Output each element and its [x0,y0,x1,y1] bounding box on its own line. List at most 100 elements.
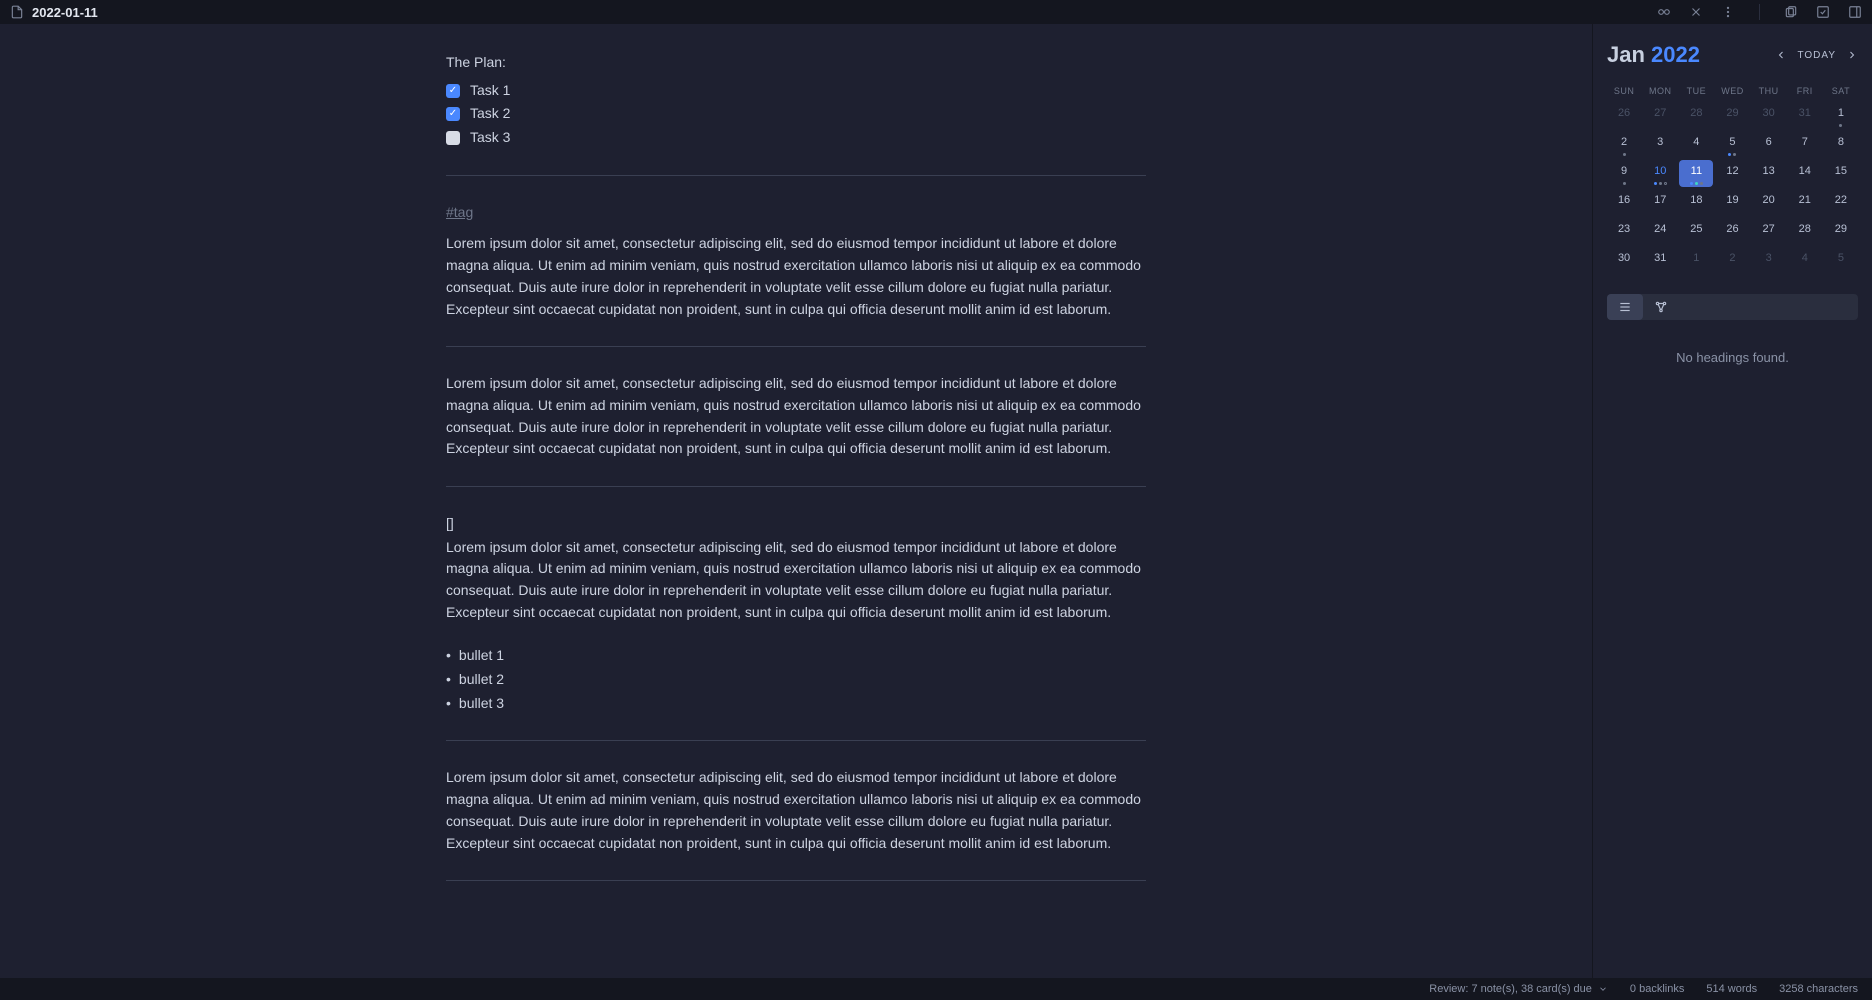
calendar-dow: FRI [1788,82,1822,100]
task-row: Task 3 [446,127,1146,149]
char-count: 3258 characters [1779,983,1858,995]
list-item: •bullet 3 [446,693,1146,715]
task-checkbox[interactable]: ✓ [446,107,460,121]
calendar-day[interactable]: 28 [1679,102,1713,129]
calendar-month: Jan [1607,42,1645,67]
calendar-day[interactable]: 30 [1607,247,1641,274]
status-bar: Review: 7 note(s), 38 card(s) due 0 back… [0,978,1872,1000]
calendar-dow: WED [1715,82,1749,100]
paragraph: Lorem ipsum dolor sit amet, consectetur … [446,373,1146,460]
right-sidebar: Jan 2022 TODAY SUNMONTUEWEDTHUFRISAT2627… [1592,24,1872,978]
calendar-day[interactable]: 6 [1752,131,1786,158]
task-label: Task 3 [470,127,510,149]
calendar-dow: TUE [1679,82,1713,100]
calendar-day[interactable]: 9 [1607,160,1641,187]
list-item: •bullet 1 [446,645,1146,667]
calendar-day[interactable]: 17 [1643,189,1677,216]
unchecked-brackets[interactable]: [] [446,513,1146,535]
calendar-day[interactable]: 14 [1788,160,1822,187]
calendar-dow: SUN [1607,82,1641,100]
calendar-day[interactable]: 30 [1752,102,1786,129]
divider [446,175,1146,176]
calendar-day[interactable]: 3 [1643,131,1677,158]
plan-heading: The Plan: [446,52,1146,74]
calendar-day[interactable]: 25 [1679,218,1713,245]
calendar-day[interactable]: 31 [1643,247,1677,274]
calendar-day[interactable]: 31 [1788,102,1822,129]
paragraph: Lorem ipsum dolor sit amet, consectetur … [446,767,1146,854]
calendar-day[interactable]: 1 [1824,102,1858,129]
task-label: Task 2 [470,103,510,125]
divider [446,486,1146,487]
backlinks-count[interactable]: 0 backlinks [1630,983,1684,995]
task-row: ✓ Task 2 [446,103,1146,125]
outline-graph-tab[interactable] [1643,294,1679,320]
calendar-day[interactable]: 16 [1607,189,1641,216]
divider [446,880,1146,881]
calendar-day[interactable]: 26 [1715,218,1749,245]
calendar-day[interactable]: 22 [1824,189,1858,216]
note-title: 2022-01-11 [32,5,98,20]
outline-toolbar [1607,294,1858,320]
calendar-day[interactable]: 29 [1824,218,1858,245]
calendar-dow: MON [1643,82,1677,100]
calendar-title: Jan 2022 [1607,42,1700,68]
flashcards-icon[interactable] [1784,5,1798,19]
calendar-day[interactable]: 27 [1752,218,1786,245]
calendar-day[interactable]: 4 [1788,247,1822,274]
calendar-day[interactable]: 11 [1679,160,1713,187]
task-checkbox[interactable] [446,131,460,145]
reading-mode-icon[interactable] [1657,5,1671,19]
calendar-day[interactable]: 29 [1715,102,1749,129]
note-editor[interactable]: The Plan: ✓ Task 1 ✓ Task 2Task 3 #tag Lore… [446,24,1146,978]
bullet-list: •bullet 1•bullet 2•bullet 3 [446,645,1146,714]
calendar-day[interactable]: 23 [1607,218,1641,245]
next-month-icon[interactable] [1846,49,1858,61]
calendar-dow: SAT [1824,82,1858,100]
more-icon[interactable] [1721,5,1735,19]
calendar-day[interactable]: 5 [1824,247,1858,274]
calendar-day[interactable]: 12 [1715,160,1749,187]
tag-link[interactable]: #tag [446,204,473,220]
calendar-day[interactable]: 5 [1715,131,1749,158]
paragraph: Lorem ipsum dolor sit amet, consectetur … [446,537,1146,624]
calendar-day[interactable]: 3 [1752,247,1786,274]
checkbox-icon[interactable] [1816,5,1830,19]
calendar-day[interactable]: 15 [1824,160,1858,187]
calendar-day[interactable]: 2 [1607,131,1641,158]
chevron-down-icon [1598,984,1608,994]
titlebar: 2022-01-11 [0,0,1872,24]
list-item: •bullet 2 [446,669,1146,691]
panel-icon[interactable] [1848,5,1862,19]
paragraph: Lorem ipsum dolor sit amet, consectetur … [446,233,1146,320]
calendar-day[interactable]: 20 [1752,189,1786,216]
calendar-day[interactable]: 13 [1752,160,1786,187]
calendar-day[interactable]: 1 [1679,247,1713,274]
calendar-day[interactable]: 4 [1679,131,1713,158]
calendar-day[interactable]: 18 [1679,189,1713,216]
divider [446,346,1146,347]
review-status[interactable]: Review: 7 note(s), 38 card(s) due [1429,983,1608,995]
task-checkbox[interactable]: ✓ [446,84,460,98]
calendar-year: 2022 [1651,42,1700,67]
calendar-day[interactable]: 7 [1788,131,1822,158]
task-label: Task 1 [470,80,510,102]
calendar-day[interactable]: 28 [1788,218,1822,245]
calendar-day[interactable]: 26 [1607,102,1641,129]
calendar-dow: THU [1752,82,1786,100]
calendar-day[interactable]: 24 [1643,218,1677,245]
today-button[interactable]: TODAY [1797,50,1836,61]
prev-month-icon[interactable] [1775,49,1787,61]
calendar-day[interactable]: 19 [1715,189,1749,216]
close-icon[interactable] [1689,5,1703,19]
task-row: ✓ Task 1 [446,80,1146,102]
calendar-day[interactable]: 2 [1715,247,1749,274]
outline-list-tab[interactable] [1607,294,1643,320]
calendar-day[interactable]: 10 [1643,160,1677,187]
editor-scroll[interactable]: The Plan: ✓ Task 1 ✓ Task 2Task 3 #tag Lore… [0,24,1592,978]
calendar-day[interactable]: 8 [1824,131,1858,158]
word-count: 514 words [1706,983,1757,995]
calendar-day[interactable]: 21 [1788,189,1822,216]
calendar-day[interactable]: 27 [1643,102,1677,129]
file-icon [10,5,24,19]
